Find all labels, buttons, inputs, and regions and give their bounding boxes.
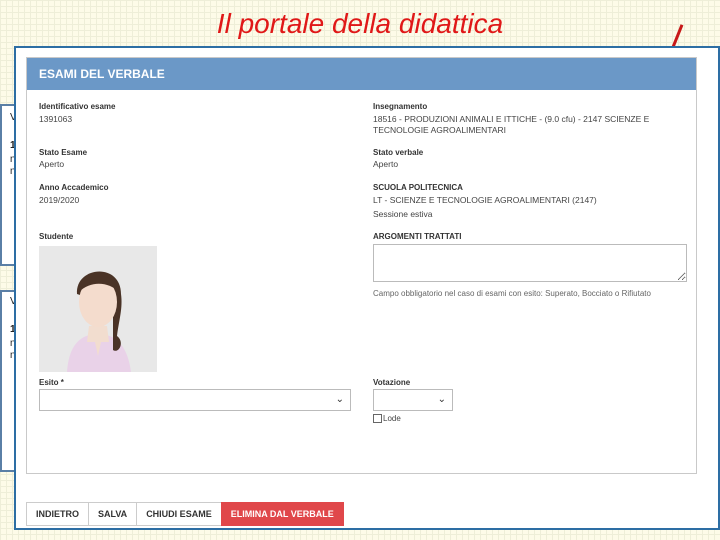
slide-title: Il portale della didattica xyxy=(216,8,504,39)
lode-option[interactable]: Lode xyxy=(373,414,401,423)
esito-select[interactable]: ⌄ xyxy=(39,389,351,411)
argomenti-label: ARGOMENTI TRATTATI xyxy=(373,232,462,241)
student-photo xyxy=(39,246,157,372)
esito-label: Esito * xyxy=(39,378,64,387)
votazione-label: Votazione xyxy=(373,378,411,387)
lode-label: Lode xyxy=(383,414,401,423)
modal-title: ESAMI DEL VERBALE xyxy=(27,58,696,90)
studente-label: Studente xyxy=(39,232,74,241)
identificativo-label: Identificativo esame xyxy=(39,102,116,111)
chevron-down-icon: ⌄ xyxy=(437,394,446,405)
stato-verbale-label: Stato verbale xyxy=(373,148,424,157)
anno-label: Anno Accademico xyxy=(39,183,109,192)
scuola-value: LT - SCIENZE E TECNOLOGIE AGROALIMENTARI… xyxy=(373,195,597,205)
stato-esame-label: Stato Esame xyxy=(39,148,88,157)
votazione-select[interactable]: ⌄ xyxy=(373,389,453,411)
argomenti-note: Campo obbligatorio nel caso di esami con… xyxy=(373,289,651,298)
chiudi-esame-button[interactable]: CHIUDI ESAME xyxy=(136,502,222,526)
scuola-label: SCUOLA POLITECNICA xyxy=(373,183,463,192)
insegnamento-value: 18516 - PRODUZIONI ANIMALI E ITTICHE - (… xyxy=(373,114,650,135)
identificativo-value: 1391063 xyxy=(39,114,73,124)
indietro-button[interactable]: INDIETRO xyxy=(26,502,90,526)
lode-checkbox[interactable] xyxy=(373,414,382,423)
exam-modal: ESAMI DEL VERBALE Identificativo esame 1… xyxy=(26,57,697,474)
salva-button[interactable]: SALVA xyxy=(88,502,138,526)
stato-verbale-value: Aperto xyxy=(373,159,399,169)
stato-esame-value: Aperto xyxy=(39,159,65,169)
insegnamento-label: Insegnamento xyxy=(373,102,428,111)
elimina-dal-verbale-button[interactable]: ELIMINA DAL VERBALE xyxy=(220,502,344,526)
sessione-value: Sessione estiva xyxy=(373,209,433,219)
chevron-down-icon: ⌄ xyxy=(335,394,344,405)
avatar-icon xyxy=(39,246,157,372)
modal-footer: INDIETRO SALVA CHIUDI ESAME ELIMINA DAL … xyxy=(26,502,369,526)
argomenti-textarea[interactable] xyxy=(373,244,687,282)
anno-value: 2019/2020 xyxy=(39,195,80,205)
